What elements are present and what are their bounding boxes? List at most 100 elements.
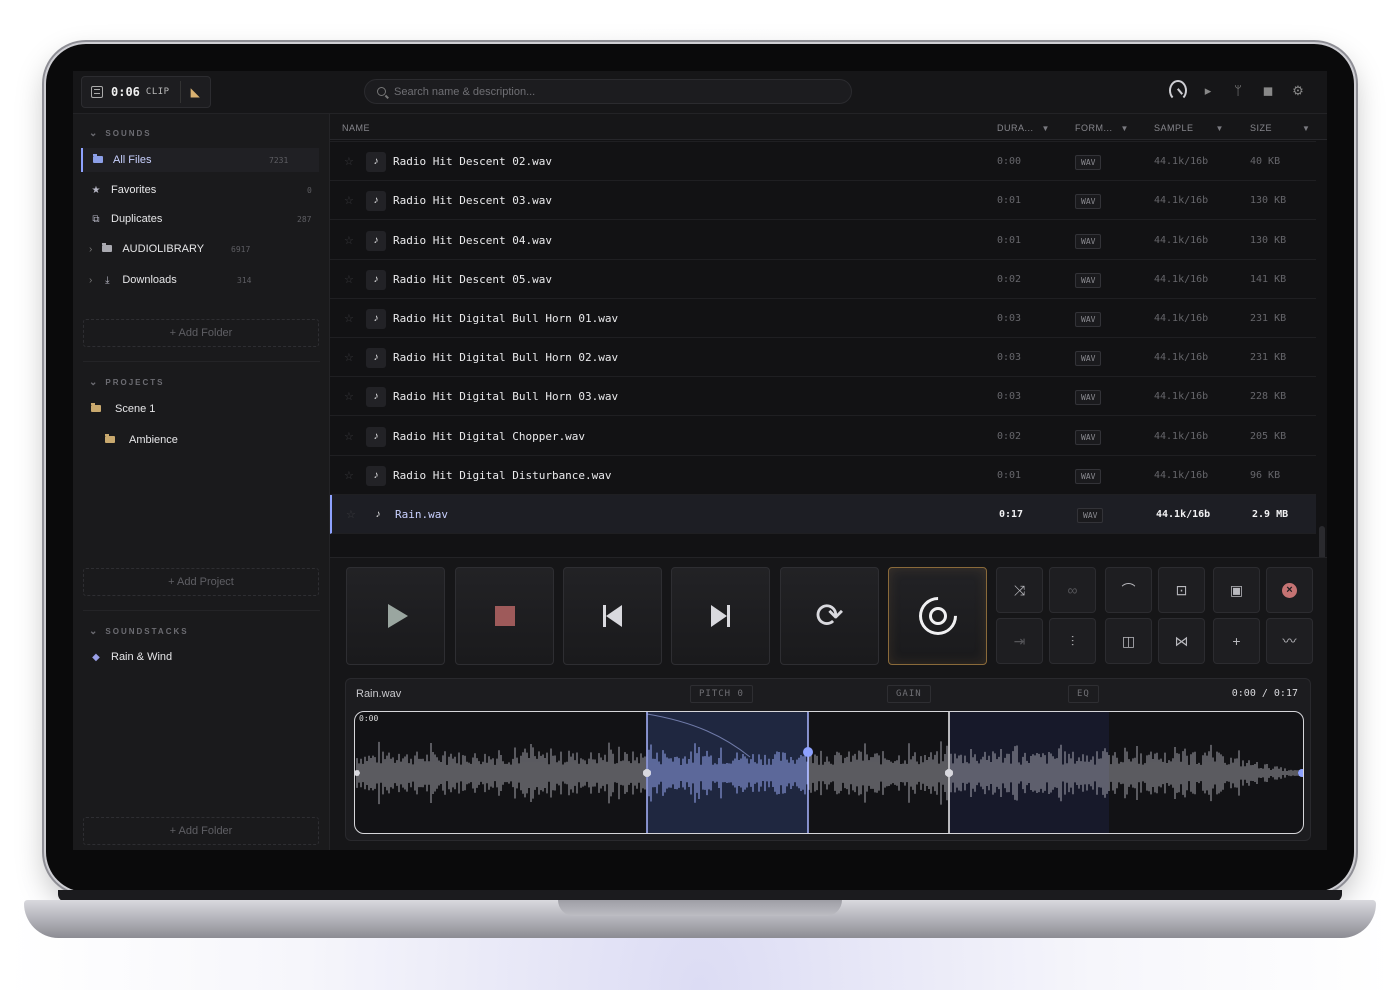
file-duration: 0:01: [997, 469, 1022, 481]
add-folder-bottom-button[interactable]: + Add Folder: [83, 817, 319, 845]
search-bar[interactable]: [364, 79, 852, 104]
table-row[interactable]: ☆ ♪ Radio Hit Descent 02.wav 0:00 WAV 44.1k/1…: [330, 142, 1316, 182]
sidebar-item-label: Scene 1: [115, 403, 156, 415]
table-row[interactable]: ☆ ♪ Radio Hit Descent 05.wav 0:02 WAV 44.1k/1…: [330, 260, 1316, 299]
sounds-header[interactable]: SOUNDS: [89, 128, 152, 139]
star-icon[interactable]: ☆: [344, 194, 354, 207]
file-sample-rate: 44.1k/16b: [1154, 156, 1209, 168]
loop-icon: ⟳: [815, 597, 844, 635]
table-row[interactable]: ☆ ♪ Radio Hit Digital Bull Horn 01.wav 0:03…: [330, 299, 1316, 338]
close-icon: ×: [1282, 582, 1297, 598]
gear-icon[interactable]: ⚙: [1289, 83, 1307, 99]
add-button[interactable]: +: [1213, 618, 1260, 664]
star-icon[interactable]: ☆: [344, 351, 354, 364]
sidebar-item-scene-1[interactable]: Scene 1: [81, 397, 319, 421]
loop-button[interactable]: ⟳: [780, 567, 879, 665]
sidebar-item-ambience[interactable]: Ambience: [95, 428, 333, 452]
scrollbar[interactable]: [1319, 526, 1325, 557]
split-icon: ◫: [1121, 632, 1136, 649]
file-format-badge: WAV: [1075, 429, 1102, 445]
sidebar-item-audiolibrary[interactable]: › AUDIOLIBRARY 6917: [81, 237, 319, 261]
play-next-icon[interactable]: ▸: [1199, 83, 1217, 99]
filter-icon: ▼: [1120, 124, 1129, 133]
clip-icon: [91, 86, 103, 98]
target-icon: [910, 589, 965, 643]
chevron-right-icon[interactable]: ›: [89, 244, 92, 255]
divider: [83, 361, 320, 362]
infinity-button[interactable]: ∞: [1049, 567, 1096, 613]
shuffle-icon: ⤨: [1013, 581, 1026, 598]
music-note-icon: ♪: [366, 465, 386, 486]
pitch-control[interactable]: PITCH 0: [690, 685, 753, 703]
table-row[interactable]: ☆ ♪ Radio Hit Digital Chopper.wav 0:02 WAV 44…: [330, 417, 1316, 456]
shuffle-button[interactable]: ⤨: [996, 567, 1043, 613]
split-button[interactable]: ◫: [1105, 618, 1152, 664]
projects-header[interactable]: PROJECTS: [89, 377, 165, 388]
star-icon[interactable]: ☆: [344, 312, 354, 325]
shrink-button[interactable]: ⇥: [996, 618, 1043, 664]
table-row[interactable]: ☆ ♪ Radio Hit Descent 04.wav 0:01 WAV 44.1k/1…: [330, 221, 1316, 260]
star-icon[interactable]: ☆: [344, 155, 354, 168]
filter-icon: ▼: [1215, 124, 1224, 133]
sidebar-item-duplicates[interactable]: ⧉ Duplicates 287: [81, 207, 319, 231]
file-name: Radio Hit Digital Chopper.wav: [393, 429, 586, 443]
table-row[interactable]: ☆ ♪ Radio Hit Digital Bull Horn 02.wav 0:03…: [330, 338, 1316, 378]
mic-icon[interactable]: ᛘ: [1229, 83, 1247, 98]
star-icon: ★: [91, 184, 101, 196]
gauge-icon[interactable]: [1169, 80, 1187, 101]
file-duration: 0:01: [997, 234, 1022, 246]
top-bar: 0:06 CLIP ◣ ▸ ᛘ ◼ ⚙: [73, 71, 1327, 114]
trim-button[interactable]: ⋈: [1158, 618, 1205, 664]
target-button[interactable]: [888, 567, 987, 665]
search-input[interactable]: [394, 85, 834, 98]
waveform-view[interactable]: 0:00: [354, 711, 1304, 834]
star-icon[interactable]: ☆: [346, 508, 356, 521]
table-row[interactable]: ☆ ♪ Radio Hit Descent 03.wav 0:01 WAV 44.1k/1…: [330, 181, 1316, 221]
levels-button[interactable]: ⫶: [1049, 618, 1096, 664]
column-format[interactable]: FORM... ▼: [1075, 123, 1129, 133]
soundstacks-header[interactable]: SOUNDSTACKS: [89, 626, 189, 637]
clip-display[interactable]: 0:06 CLIP ◣: [81, 76, 211, 108]
file-format-badge: WAV: [1075, 272, 1102, 288]
table-row[interactable]: ☆ ♪ Radio Hit Digital Disturbance.wav 0:01 W…: [330, 456, 1316, 495]
fit-button[interactable]: ⊡: [1158, 567, 1205, 613]
add-project-button[interactable]: + Add Project: [83, 568, 319, 596]
add-folder-button[interactable]: + Add Folder: [83, 319, 319, 347]
close-button[interactable]: ×: [1266, 567, 1313, 613]
chevron-right-icon[interactable]: ›: [89, 275, 92, 286]
star-icon[interactable]: ☆: [344, 469, 354, 482]
table-row[interactable]: ☆ ♪ Rain.wav 0:17 WAV 44.1k/16b 2.9 MB: [330, 495, 1316, 534]
sidebar-item-downloads[interactable]: › ⤓ Downloads 314: [81, 268, 319, 292]
save-button[interactable]: ▣: [1213, 567, 1260, 613]
eq-control[interactable]: EQ: [1068, 685, 1099, 703]
app-logo-icon[interactable]: ◣: [191, 85, 200, 99]
column-name[interactable]: NAME: [342, 123, 370, 133]
filter-icon: ▼: [1041, 124, 1050, 133]
sidebar-item-all-files[interactable]: All Files 7231: [81, 148, 319, 172]
cube-icon[interactable]: ◼: [1259, 83, 1277, 99]
stop-button[interactable]: [455, 567, 554, 665]
skip-back-button[interactable]: [563, 567, 662, 665]
sidebar-item-rain-wind[interactable]: ◆ Rain & Wind: [81, 645, 319, 669]
skip-forward-button[interactable]: [671, 567, 770, 665]
column-duration[interactable]: DURA... ▼: [997, 123, 1050, 133]
file-sample-rate: 44.1k/16b: [1154, 195, 1209, 207]
column-size[interactable]: SIZE ▼: [1250, 123, 1310, 133]
waveform-button[interactable]: 〰: [1266, 618, 1313, 664]
sidebar-item-count: 287: [297, 215, 312, 224]
table-row[interactable]: ☆ ♪ Radio Hit Digital Bull Horn 03.wav 0:03…: [330, 377, 1316, 417]
star-icon[interactable]: ☆: [344, 390, 354, 403]
handle-playhead: [945, 769, 953, 777]
curve-button[interactable]: ⌒: [1105, 567, 1152, 613]
sidebar-item-favorites[interactable]: ★ Favorites 0: [81, 178, 319, 202]
file-name: Radio Hit Descent 02.wav: [393, 155, 552, 169]
star-icon[interactable]: ☆: [344, 273, 354, 286]
curve-icon: ⌒: [1121, 582, 1136, 598]
star-icon[interactable]: ☆: [344, 430, 354, 443]
column-sample[interactable]: SAMPLE ▼: [1154, 123, 1224, 133]
star-icon[interactable]: ☆: [344, 234, 354, 247]
play-button[interactable]: [346, 567, 445, 665]
clip-time: 0:06: [111, 85, 140, 99]
waveform-svg[interactable]: [355, 712, 1304, 834]
gain-control[interactable]: GAIN: [887, 685, 931, 703]
